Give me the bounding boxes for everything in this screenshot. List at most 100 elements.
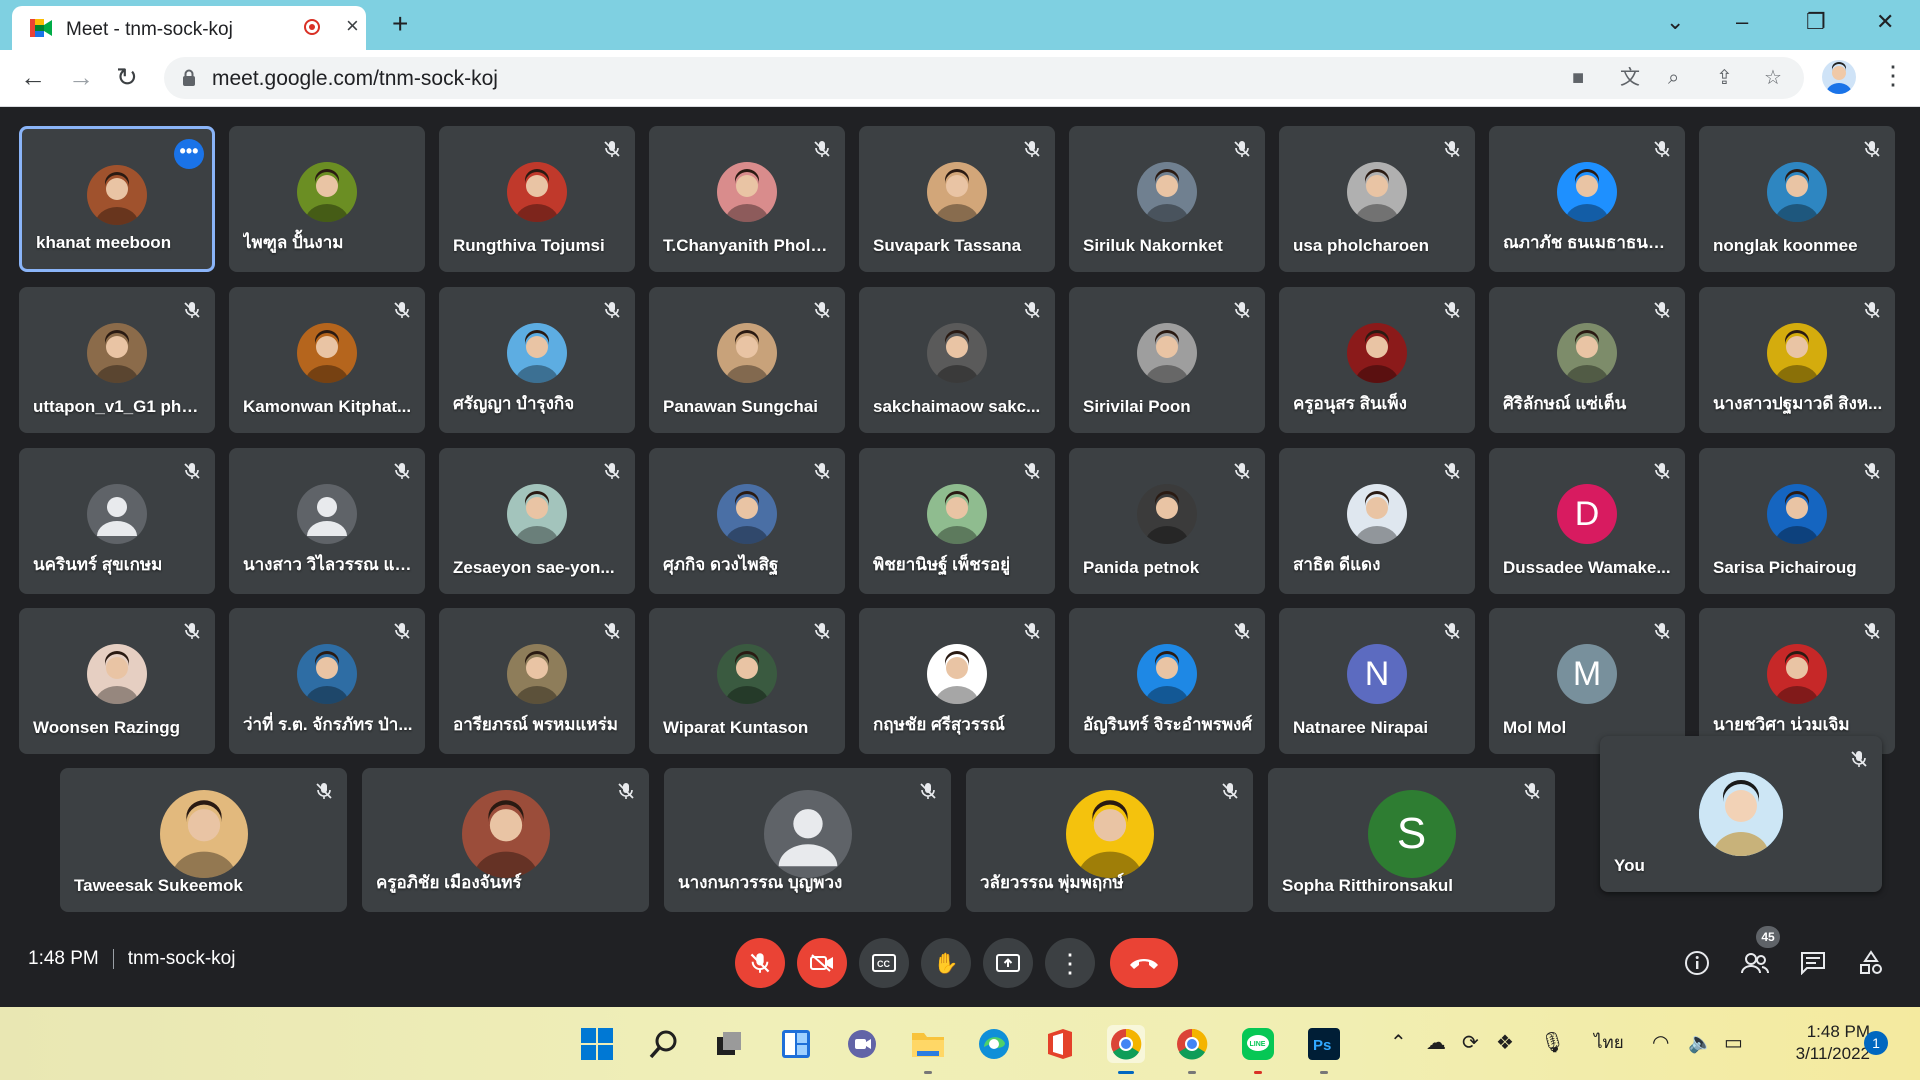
sync-icon[interactable]: ⟳ <box>1462 1029 1479 1057</box>
people-button[interactable] <box>1736 944 1774 982</box>
participant-tile[interactable]: D Dussadee Wamake... <box>1489 448 1685 594</box>
participant-tile[interactable]: Panawan Sungchai <box>649 287 845 433</box>
start-button[interactable] <box>578 1025 616 1063</box>
participant-tile[interactable]: ณภาภัช ธนเมธาธนาธิป <box>1489 126 1685 272</box>
participant-tile[interactable]: Woonsen Razingg <box>19 608 215 754</box>
close-window-button[interactable]: ✕ <box>1876 8 1894 36</box>
participant-name: นครินทร์ สุขเกษม <box>33 555 163 574</box>
participant-tile[interactable]: นางสาวปฐมาวดี สิงห... <box>1699 287 1895 433</box>
mic-off-icon <box>604 463 620 479</box>
participant-tile[interactable]: Kamonwan Kitphat... <box>229 287 425 433</box>
zoom-icon[interactable]: ⌕ <box>1668 66 1679 90</box>
forward-button[interactable]: → <box>68 62 94 92</box>
participant-tile[interactable]: นางกนกวรรณ บุญพวง <box>664 768 951 912</box>
participant-tile[interactable]: Panida petnok <box>1069 448 1265 594</box>
participant-tile[interactable]: Sarisa Pichairoug <box>1699 448 1895 594</box>
restore-button[interactable]: ❐ <box>1806 8 1826 36</box>
file-explorer-button[interactable] <box>909 1025 947 1063</box>
share-icon[interactable]: ⇪ <box>1716 66 1733 90</box>
office-button[interactable] <box>1041 1025 1079 1063</box>
participant-tile[interactable]: ศุภกิจ ดวงไพสิฐ <box>649 448 845 594</box>
participant-tile[interactable]: sakchaimaow sakc... <box>859 287 1055 433</box>
dropbox-icon[interactable]: ❖ <box>1496 1029 1514 1057</box>
reload-button[interactable]: ↻ <box>116 62 138 92</box>
self-view-tile[interactable]: You <box>1600 736 1882 892</box>
tab-search-icon[interactable]: ⌄ <box>1666 8 1684 36</box>
profile-avatar[interactable] <box>1822 60 1856 94</box>
translate-icon[interactable]: 文 <box>1620 66 1640 90</box>
photoshop-button[interactable]: Ps <box>1305 1025 1343 1063</box>
participant-name: วลัยวรรณ พุ่มพฤกษ์ <box>980 873 1124 892</box>
back-button[interactable]: ← <box>20 62 46 92</box>
mic-off-icon <box>814 141 830 157</box>
participant-tile[interactable]: นครินทร์ สุขเกษม <box>19 448 215 594</box>
participant-tile[interactable]: Sirivilai Poon <box>1069 287 1265 433</box>
participant-tile[interactable]: ศิริลักษณ์ แซ่เต็น <box>1489 287 1685 433</box>
participant-tile[interactable]: N Natnaree Nirapai <box>1279 608 1475 754</box>
meeting-info-button[interactable] <box>1678 944 1716 982</box>
line-button[interactable]: LINE <box>1239 1025 1277 1063</box>
minimize-button[interactable]: – <box>1736 8 1748 36</box>
system-clock[interactable]: 1:48 PM 3/11/2022 <box>1770 1021 1870 1065</box>
participant-tile[interactable]: Suvapark Tassana <box>859 126 1055 272</box>
participant-tile[interactable]: usa pholcharoen <box>1279 126 1475 272</box>
leave-call-button[interactable] <box>1110 938 1178 988</box>
participant-tile[interactable]: Zesaeyon sae-yon... <box>439 448 635 594</box>
participant-tile[interactable]: นางสาว วิไลวรรณ แซ่... <box>229 448 425 594</box>
raise-hand-button[interactable]: ✋ <box>921 938 971 988</box>
participant-tile[interactable]: ไพฑูล ปั้นงาม <box>229 126 425 272</box>
participant-tile[interactable]: Wiparat Kuntason <box>649 608 845 754</box>
more-options-button[interactable]: ⋮ <box>1045 938 1095 988</box>
captions-button[interactable]: CC <box>859 938 909 988</box>
participant-tile[interactable]: ว่าที่ ร.ต. จักรภัทร ป่า... <box>229 608 425 754</box>
onedrive-icon[interactable]: ☁ <box>1426 1029 1446 1057</box>
participant-tile[interactable]: nonglak koonmee <box>1699 126 1895 272</box>
camera-toggle-button[interactable] <box>797 938 847 988</box>
chrome-profile-2-button[interactable] <box>1173 1025 1211 1063</box>
participant-tile[interactable]: T.Chanyanith Pholb... <box>649 126 845 272</box>
notification-badge[interactable]: 1 <box>1864 1031 1888 1055</box>
browser-menu-button[interactable]: ⋮ <box>1880 60 1906 90</box>
address-bar[interactable]: meet.google.com/tnm-sock-koj ■ 文 ⌕ ⇪ ☆ <box>164 57 1804 99</box>
battery-icon[interactable]: ▭ <box>1724 1029 1743 1057</box>
participant-tile[interactable]: Siriluk Nakornket <box>1069 126 1265 272</box>
chrome-profile-1-button[interactable] <box>1107 1025 1145 1063</box>
camera-icon[interactable]: ■ <box>1572 66 1584 90</box>
microphone-toggle-button[interactable] <box>735 938 785 988</box>
volume-icon[interactable]: 🔈 <box>1688 1029 1713 1057</box>
widgets-button[interactable] <box>777 1025 815 1063</box>
bookmark-star-icon[interactable]: ☆ <box>1764 66 1782 90</box>
participant-tile[interactable]: พิชยานิษฐ์ เพ็ชรอยู่ <box>859 448 1055 594</box>
participant-tile[interactable]: uttapon_v1_G1 phol... <box>19 287 215 433</box>
search-button[interactable] <box>645 1025 683 1063</box>
participant-tile[interactable]: ครูอภิชัย เมืองจันทร์ <box>362 768 649 912</box>
participant-tile[interactable]: วลัยวรรณ พุ่มพฤกษ์ <box>966 768 1253 912</box>
tile-options-button[interactable]: ••• <box>174 139 204 169</box>
wifi-icon[interactable]: ◠ <box>1652 1029 1669 1057</box>
participant-tile[interactable]: กฤษชัย ศรีสุวรรณ์ <box>859 608 1055 754</box>
activities-button[interactable] <box>1852 944 1890 982</box>
new-tab-button[interactable]: + <box>392 9 408 39</box>
participant-tile[interactable]: ••• khanat meeboon <box>19 126 215 272</box>
participant-tile[interactable]: ครูอนุสร สินเพ็ง <box>1279 287 1475 433</box>
participant-tile[interactable]: Rungthiva Tojumsi <box>439 126 635 272</box>
edge-button[interactable] <box>975 1025 1013 1063</box>
participant-tile[interactable]: Taweesak Sukeemok <box>60 768 347 912</box>
close-tab-button[interactable]: × <box>346 14 359 38</box>
chat-button[interactable] <box>1794 944 1832 982</box>
task-view-button[interactable] <box>711 1025 749 1063</box>
participant-tile[interactable]: นายชวิศา น่วมเจิม <box>1699 608 1895 754</box>
participant-tile[interactable]: สาธิต ดีแดง <box>1279 448 1475 594</box>
participant-tile[interactable]: S Sopha Ritthironsakul <box>1268 768 1555 912</box>
input-language[interactable]: ไทย <box>1594 1029 1624 1057</box>
show-hidden-icons-button[interactable]: ⌃ <box>1390 1029 1407 1057</box>
mic-off-icon <box>394 302 410 318</box>
teams-chat-button[interactable] <box>843 1025 881 1063</box>
present-button[interactable] <box>983 938 1033 988</box>
participant-tile[interactable]: อัญรินทร์ จิระอำพรพงศ์ <box>1069 608 1265 754</box>
browser-tab[interactable]: Meet - tnm-sock-koj × <box>12 6 366 50</box>
participant-tile[interactable]: อารียภรณ์ พรหมแหร่ม <box>439 608 635 754</box>
microphone-icon[interactable]: 🎙 <box>1540 1029 1565 1057</box>
participant-tile[interactable]: ศรัญญา บำรุงกิจ <box>439 287 635 433</box>
participant-tile[interactable]: M Mol Mol <box>1489 608 1685 754</box>
